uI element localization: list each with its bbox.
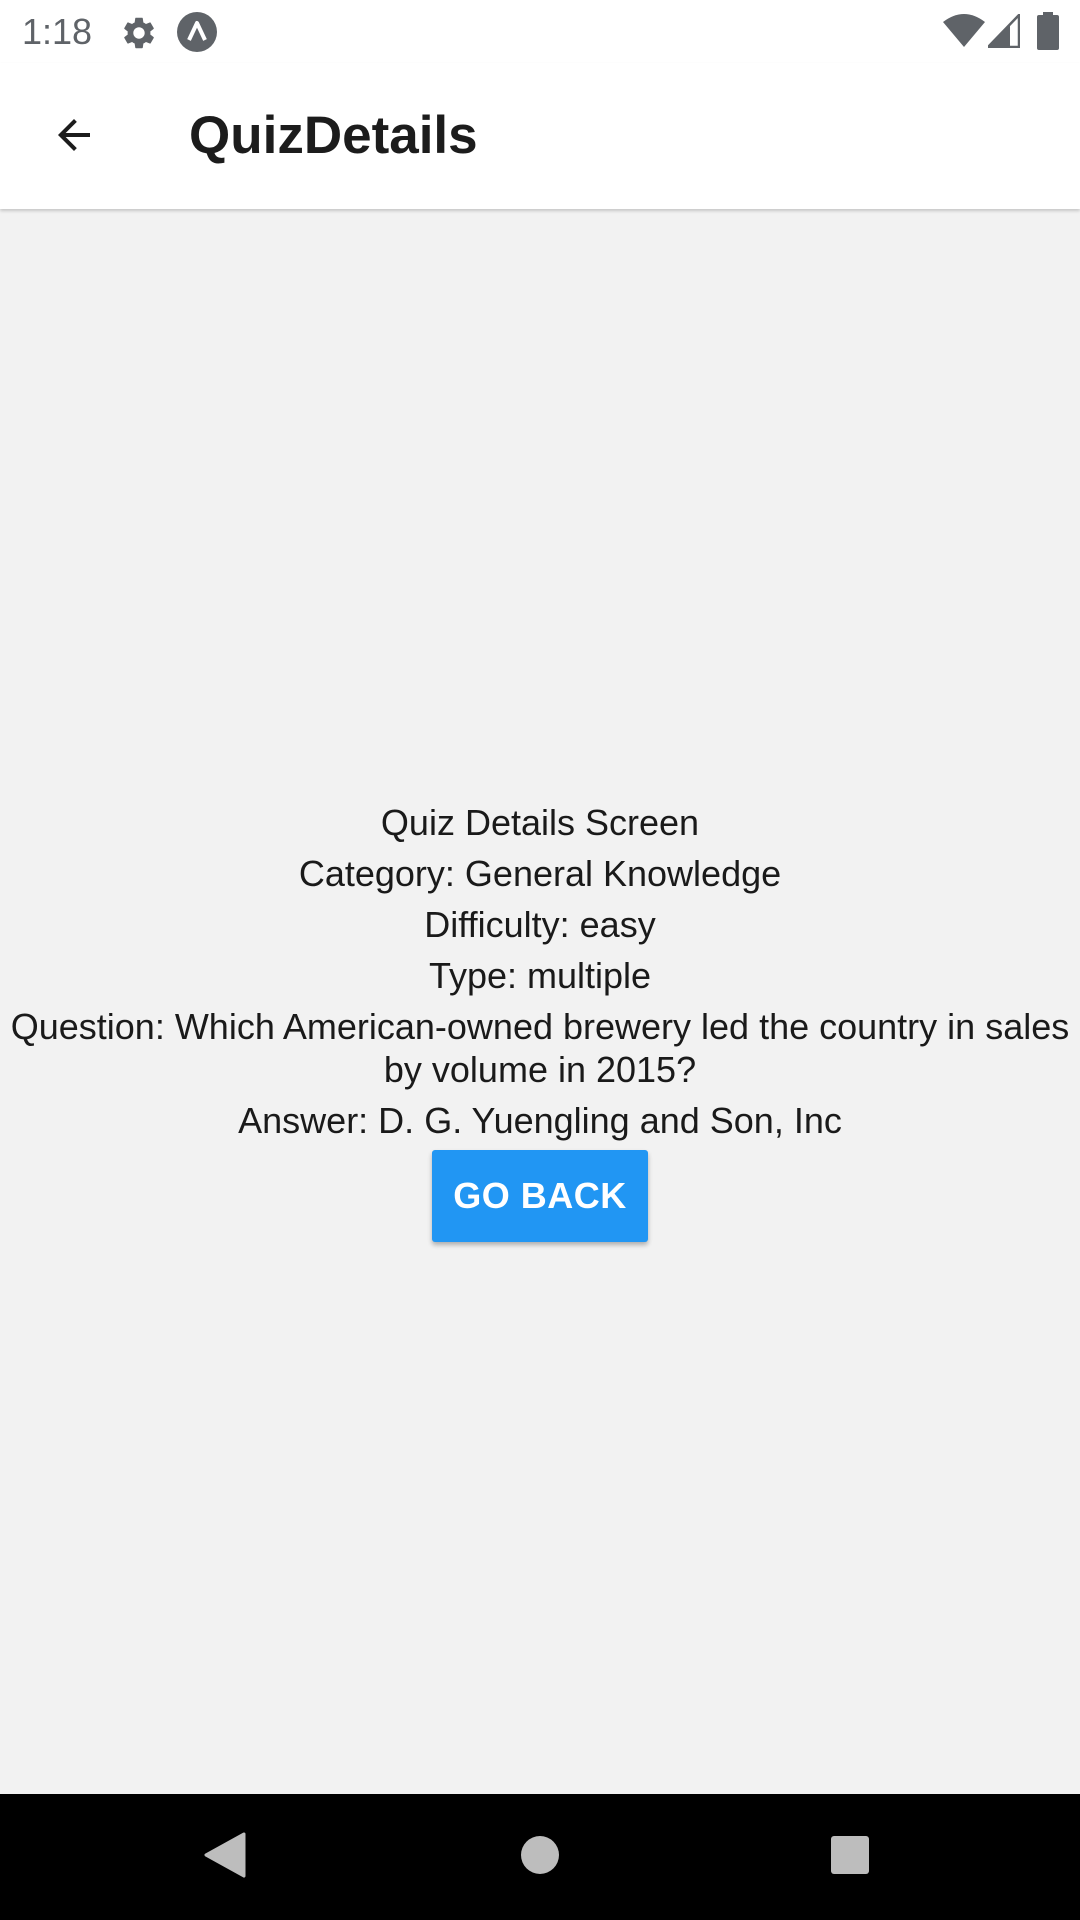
recents-square-icon xyxy=(830,1835,870,1880)
nav-home-button[interactable] xyxy=(465,1794,615,1920)
answer-text: Answer: D. G. Yuengling and Son, Inc xyxy=(238,1099,842,1141)
go-back-button[interactable]: GO BACK xyxy=(432,1149,648,1242)
app-notification-icon xyxy=(176,11,218,58)
battery-icon xyxy=(1037,12,1059,55)
page-title: QuizDetails xyxy=(189,106,478,165)
nav-back-button[interactable] xyxy=(150,1794,300,1920)
nav-recents-button[interactable] xyxy=(775,1794,925,1920)
quiz-details: Quiz Details Screen Category: General Kn… xyxy=(0,801,1080,1242)
arrow-back-icon xyxy=(50,111,98,164)
app-bar: QuizDetails xyxy=(0,63,1080,209)
question-text: Question: Which American-owned brewery l… xyxy=(10,1005,1070,1090)
home-circle-icon xyxy=(520,1835,560,1880)
type-text: Type: multiple xyxy=(428,954,652,996)
category-text: Category: General Knowledge xyxy=(298,852,782,894)
wifi-icon xyxy=(943,14,985,53)
difficulty-text: Difficulty: easy xyxy=(424,903,656,945)
screen-heading: Quiz Details Screen xyxy=(380,801,700,843)
status-bar: 1:18 xyxy=(0,0,1080,63)
back-button[interactable] xyxy=(36,99,112,175)
back-triangle-icon xyxy=(204,1832,246,1883)
status-time: 1:18 xyxy=(22,11,93,52)
gear-icon xyxy=(120,14,158,57)
screen: 1:18 QuizDetails Quiz Details Screen Cat… xyxy=(0,0,1080,1920)
cell-signal-icon xyxy=(985,11,1021,53)
system-nav-bar xyxy=(0,1794,1080,1920)
main-content: Quiz Details Screen Category: General Kn… xyxy=(0,209,1080,1794)
